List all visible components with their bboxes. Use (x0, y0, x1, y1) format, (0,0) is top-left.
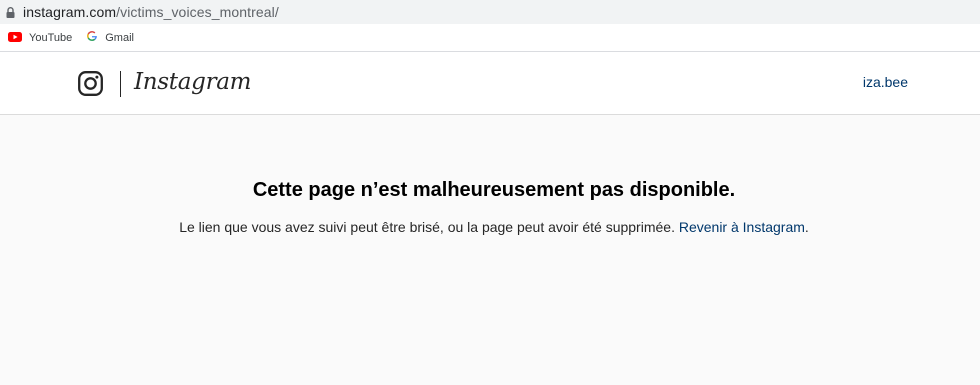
url-text[interactable]: instagram.com/victims_voices_montreal/ (23, 4, 279, 20)
bookmark-label: Gmail (105, 31, 134, 44)
bookmark-youtube[interactable]: YouTube (8, 27, 72, 49)
youtube-icon (8, 29, 22, 47)
lock-icon[interactable] (6, 6, 15, 18)
error-message: Le lien que vous avez suivi peut être br… (0, 219, 980, 235)
instagram-glyph-icon[interactable] (78, 71, 103, 96)
google-icon (86, 29, 98, 47)
logo-divider (120, 71, 121, 97)
error-message-period: . (804, 219, 809, 235)
url-path: /victims_voices_montreal/ (116, 4, 279, 20)
instagram-header: Instagram iza.bee (0, 52, 980, 115)
bookmark-gmail[interactable]: Gmail (86, 27, 134, 49)
url-domain: instagram.com (23, 4, 117, 20)
bookmarks-bar: YouTube Gmail (0, 24, 980, 52)
error-title: Cette page n’est malheureusement pas dis… (252, 179, 736, 201)
instagram-wordmark-logo[interactable]: Instagram (134, 69, 252, 95)
bookmark-label: YouTube (29, 31, 73, 44)
error-message-text: Le lien que vous avez suivi peut être br… (179, 219, 675, 235)
main-content: Cette page n’est malheureusement pas dis… (0, 115, 980, 385)
back-to-instagram-link[interactable]: Revenir à Instagram (679, 219, 805, 235)
username-link[interactable]: iza.bee (863, 74, 908, 90)
address-bar[interactable]: instagram.com/victims_voices_montreal/ (0, 0, 980, 24)
